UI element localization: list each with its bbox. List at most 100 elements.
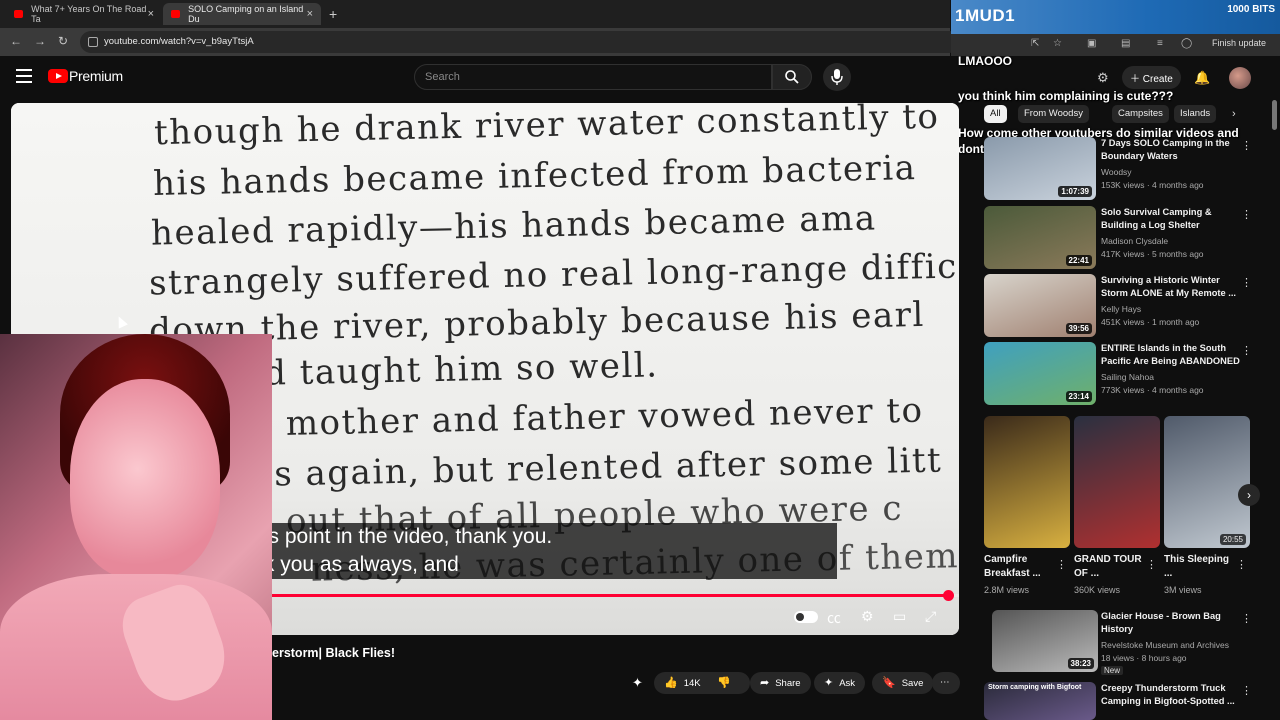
recommended-video[interactable]: 38:23 Glacier House - Brown Bag History …: [984, 610, 1254, 675]
more-actions-button[interactable]: ⋯: [932, 672, 960, 694]
bookmark-star-icon[interactable]: ☆: [1053, 38, 1062, 49]
scrubber-handle[interactable]: [942, 590, 954, 601]
share-button[interactable]: ➦ Share: [750, 672, 811, 694]
bits-amount: 1000 BITS: [1227, 4, 1275, 15]
create-button[interactable]: ＋ Create: [1122, 66, 1181, 89]
chip-all[interactable]: All: [984, 105, 1007, 123]
install-icon[interactable]: ⇱: [1031, 38, 1039, 49]
book-text-line: healed rapidly—his hands became ama: [150, 198, 877, 254]
recommended-video[interactable]: 39:56 Surviving a Historic Winter Storm …: [984, 274, 1254, 338]
shorts-next-arrow-icon[interactable]: ›: [1238, 484, 1260, 506]
recommended-video[interactable]: Storm camping with Bigfoot Creepy Thunde…: [984, 682, 1254, 720]
caption-line: thank you as always, and: [223, 553, 459, 576]
channel-name[interactable]: Revelstoke Museum and Archives: [1101, 640, 1229, 650]
search-button[interactable]: [772, 64, 812, 90]
split-icon[interactable]: ▤: [1121, 38, 1130, 49]
more-options-icon[interactable]: ⋮: [1241, 612, 1252, 625]
ask-button[interactable]: ✦ Ask: [814, 672, 866, 694]
duration-badge: 20:55: [1219, 534, 1246, 545]
chip-campsites[interactable]: Campsites: [1112, 105, 1169, 123]
finish-update-button[interactable]: Finish update: [1212, 38, 1266, 48]
short-views: 2.8M views: [984, 585, 1030, 595]
channel-name[interactable]: Kelly Hays: [1101, 304, 1141, 314]
chips-next-icon[interactable]: ›: [1232, 108, 1236, 120]
book-text-line: had taught him so well.: [218, 345, 659, 395]
video-thumbnail[interactable]: 1:07:39: [984, 137, 1096, 200]
video-thumbnail[interactable]: 39:56: [984, 274, 1096, 337]
video-title[interactable]: Surviving a Historic Winter Storm ALONE …: [1101, 274, 1241, 300]
cast-icon[interactable]: ⚙: [1097, 70, 1109, 86]
short-thumbnail[interactable]: [1074, 416, 1160, 548]
account-avatar[interactable]: [1229, 67, 1251, 89]
reload-icon[interactable]: ↻: [58, 34, 68, 48]
recommended-video[interactable]: 1:07:39 7 Days SOLO Camping in the Bound…: [984, 137, 1254, 201]
address-bar[interactable]: youtube.com/watch?v=v_b9ayTtsjA: [80, 31, 960, 53]
video-title[interactable]: Creepy Thunderstorm Truck Camping in Big…: [1101, 682, 1241, 708]
bits-alert: 1MUD1 1000 BITS: [951, 0, 1280, 34]
video-title[interactable]: ENTIRE Islands in the South Pacific Are …: [1101, 342, 1241, 368]
short-title[interactable]: Campfire Breakfast ...: [984, 553, 1054, 581]
short-thumbnail[interactable]: 20:55: [1164, 416, 1250, 548]
chip-from-woodsy[interactable]: From Woodsy: [1018, 105, 1089, 123]
back-icon[interactable]: ←: [10, 34, 22, 48]
video-thumbnail[interactable]: 23:14: [984, 342, 1096, 405]
chat-message: LMAOOO: [958, 54, 1012, 68]
recommended-video[interactable]: 22:41 Solo Survival Camping & Building a…: [984, 206, 1254, 270]
profile-icon[interactable]: ◯: [1181, 38, 1192, 49]
forward-icon[interactable]: →: [34, 34, 46, 48]
notifications-bell-icon[interactable]: 🔔: [1194, 70, 1210, 86]
more-options-icon[interactable]: ⋮: [1241, 139, 1252, 152]
scrollbar[interactable]: [1272, 100, 1277, 130]
settings-gear-icon[interactable]: ⚙: [861, 608, 874, 625]
channel-name[interactable]: Woodsy: [1101, 167, 1132, 177]
new-tab-icon[interactable]: +: [329, 6, 337, 22]
close-tab-icon[interactable]: ×: [307, 8, 313, 20]
save-button[interactable]: 🔖 Save: [872, 672, 934, 694]
thumbs-down-icon: 👎: [717, 677, 731, 689]
hamburger-menu-icon[interactable]: [16, 69, 32, 83]
sparkle-icon[interactable]: ✦: [632, 675, 643, 691]
microphone-icon: [831, 69, 843, 85]
youtube-logo-icon[interactable]: [48, 69, 68, 83]
more-options-icon[interactable]: ⋮: [1241, 276, 1252, 289]
more-options-icon[interactable]: ⋮: [1241, 344, 1252, 357]
more-options-icon[interactable]: ⋮: [1241, 684, 1252, 697]
extensions-icon[interactable]: ▣: [1087, 38, 1096, 49]
fullscreen-icon[interactable]: ⤢: [925, 608, 936, 625]
site-info-icon[interactable]: [88, 37, 98, 47]
more-options-icon[interactable]: ⋮: [1236, 558, 1247, 571]
like-dislike-button[interactable]: 👍 14K 👎: [654, 672, 750, 694]
short-thumbnail[interactable]: [984, 416, 1070, 548]
autoplay-toggle[interactable]: [794, 611, 818, 623]
more-options-icon[interactable]: ⋮: [1056, 558, 1067, 571]
channel-name[interactable]: Madison Clysdale: [1101, 236, 1168, 246]
chip-islands[interactable]: Islands: [1174, 105, 1217, 123]
video-title[interactable]: Glacier House - Brown Bag History: [1101, 610, 1241, 636]
video-title[interactable]: 7 Days SOLO Camping in the Boundary Wate…: [1101, 137, 1241, 163]
reading-list-icon[interactable]: ≡: [1157, 38, 1163, 49]
voice-search-button[interactable]: [823, 63, 851, 91]
browser-tab-1[interactable]: What 7+ Years On The Road Ta ×: [6, 3, 162, 25]
video-thumbnail[interactable]: 38:23: [992, 610, 1098, 672]
short-title[interactable]: This Sleeping ...: [1164, 553, 1234, 581]
more-options-icon[interactable]: ⋮: [1146, 558, 1157, 571]
youtube-premium-label[interactable]: Premium: [69, 68, 123, 84]
browser-tab-2[interactable]: SOLO Camping on an Island Du ×: [163, 3, 321, 25]
video-thumbnail[interactable]: 22:41: [984, 206, 1096, 269]
new-badge: New: [1101, 666, 1124, 675]
more-options-icon[interactable]: ⋮: [1241, 208, 1252, 221]
video-meta: 153K views · 4 months ago: [1101, 180, 1204, 190]
book-text-line: His mother and father vowed never to: [210, 390, 924, 446]
captions-cc-icon[interactable]: ㏄: [827, 608, 841, 628]
video-thumbnail[interactable]: Storm camping with Bigfoot: [984, 682, 1096, 720]
miniplayer-icon[interactable]: ▭: [893, 608, 906, 625]
video-meta: 451K views · 1 month ago: [1101, 317, 1200, 327]
search-input[interactable]: Search: [414, 64, 772, 90]
close-tab-icon[interactable]: ×: [148, 8, 154, 20]
recommended-video[interactable]: 23:14 ENTIRE Islands in the South Pacifi…: [984, 342, 1254, 406]
webcam-overlay: [0, 334, 272, 720]
channel-name[interactable]: Sailing Nahoa: [1101, 372, 1154, 382]
video-title[interactable]: Solo Survival Camping & Building a Log S…: [1101, 206, 1241, 232]
short-title[interactable]: GRAND TOUR OF ...: [1074, 553, 1144, 581]
duration-badge: 1:07:39: [1058, 186, 1092, 197]
